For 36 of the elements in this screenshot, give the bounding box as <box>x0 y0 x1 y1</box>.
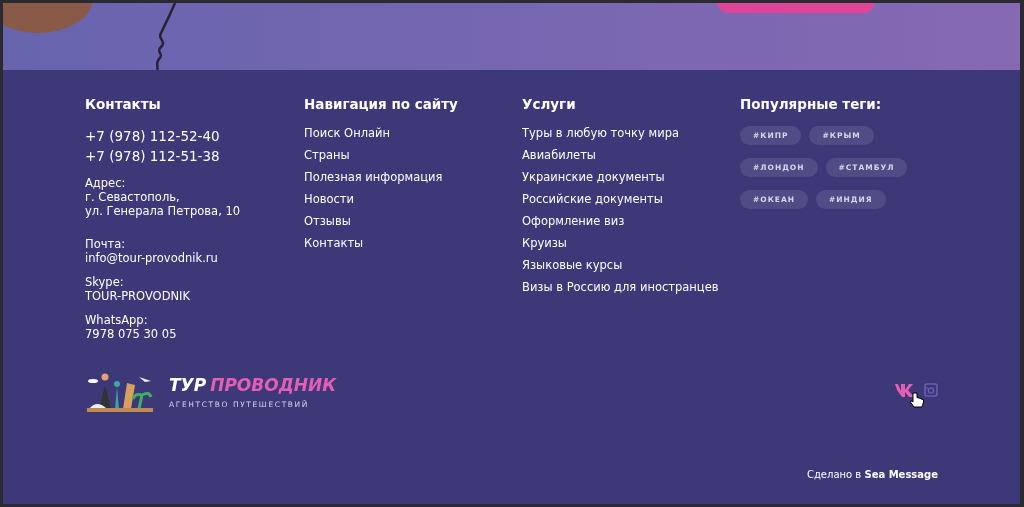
contact-label: Skype: <box>85 275 125 289</box>
logo-word: ПРОВОДНИК <box>210 375 337 394</box>
footer-link[interactable]: Российские документы <box>522 192 663 206</box>
instagram-logo-icon[interactable] <box>924 383 938 397</box>
phone-number: +7 (978) 112-52-40 <box>85 127 221 146</box>
footer-link[interactable]: Отзывы <box>304 214 351 228</box>
footer-link[interactable]: Страны <box>304 148 350 162</box>
column-heading: Контакты <box>85 96 162 112</box>
phone-number: +7 (978) 112-51-38 <box>85 147 221 166</box>
logo-word: ТУР <box>169 375 207 394</box>
footer-link[interactable]: Визы в Россию для иностранцев <box>522 280 719 294</box>
column-heading: Навигация по сайту <box>304 96 459 112</box>
column-heading: Популярные теги: <box>740 96 883 112</box>
footer-link[interactable]: Поиск Онлайн <box>304 126 391 140</box>
contact-label: WhatsApp: <box>85 313 149 327</box>
contact-value: 7978 075 30 05 <box>85 327 178 341</box>
hand-cursor-icon <box>910 392 924 408</box>
vk-logo-icon[interactable] <box>894 383 916 397</box>
contact-label: Адрес: <box>85 176 127 190</box>
contact-value: ул. Генерала Петрова, 10 <box>85 204 242 218</box>
footer-link[interactable]: Языковые курсы <box>522 258 623 272</box>
contact-value: г. Севастополь, <box>85 190 181 204</box>
footer-link[interactable]: Контакты <box>304 236 364 250</box>
footer-link[interactable]: Украинские документы <box>522 170 665 184</box>
footer-link[interactable]: Полезная информация <box>304 170 443 184</box>
contact-value: TOUR-PROVODNIK <box>85 289 192 303</box>
made-by-credit: Сделано в Sea Message <box>806 469 938 480</box>
column-heading: Услуги <box>522 96 577 112</box>
contact-label: Почта: <box>85 237 127 251</box>
footer-link[interactable]: Оформление виз <box>522 214 625 228</box>
footer-link[interactable]: Авиабилеты <box>522 148 596 162</box>
footer-link[interactable]: Туры в любую точку мира <box>522 126 679 140</box>
footer-link[interactable]: Круизы <box>522 236 567 250</box>
contact-value: info@tour-provodnik.ru <box>85 251 219 265</box>
landmarks-drawing <box>85 371 155 413</box>
footer-link[interactable]: Новости <box>304 192 354 206</box>
